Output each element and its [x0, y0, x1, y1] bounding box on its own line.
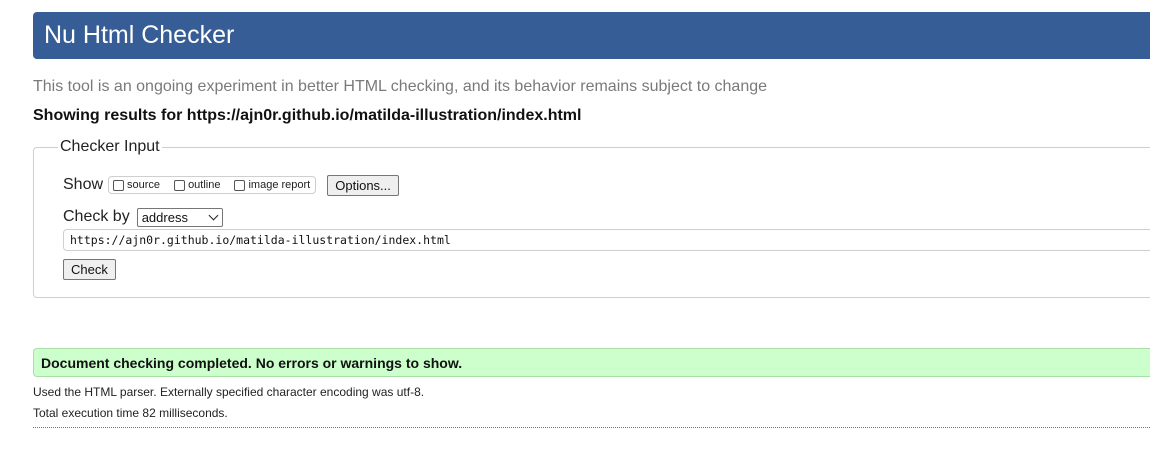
show-source-option[interactable]: source	[113, 179, 160, 191]
check-by-select[interactable]: address	[136, 207, 223, 227]
outline-checkbox[interactable]	[174, 179, 186, 191]
check-by-selected-value: address	[141, 209, 188, 225]
page: Nu Html Checker This tool is an ongoing …	[0, 0, 1150, 452]
url-input[interactable]: https://ajn0r.github.io/matilda-illustra…	[63, 229, 1150, 251]
dotted-divider	[33, 427, 1150, 428]
image-report-checkbox-label: image report	[248, 179, 311, 191]
image-report-checkbox[interactable]	[234, 179, 246, 191]
show-options-group: source outline image report	[108, 176, 317, 194]
show-outline-option[interactable]: outline	[174, 179, 220, 191]
show-label: Show	[63, 176, 104, 193]
outline-checkbox-label: outline	[188, 179, 221, 191]
check-button[interactable]: Check	[63, 259, 116, 280]
success-message: Document checking completed. No errors o…	[33, 348, 1150, 377]
checker-input-legend: Checker Input	[60, 138, 160, 155]
parser-note: Used the HTML parser. Externally specifi…	[33, 385, 425, 399]
execution-time-note: Total execution time 82 milliseconds.	[33, 406, 228, 420]
options-button[interactable]: Options...	[327, 174, 399, 196]
header-bar: Nu Html Checker	[33, 12, 1150, 59]
check-by-row: Check by address	[63, 207, 223, 227]
tagline: This tool is an ongoing experiment in be…	[33, 78, 768, 95]
show-options-row: Show source outline image report Options…	[63, 174, 399, 196]
page-title: Nu Html Checker	[44, 21, 235, 49]
source-checkbox-label: source	[127, 179, 161, 191]
showing-results-heading: Showing results for https://ajn0r.github…	[33, 107, 582, 124]
source-checkbox[interactable]	[113, 179, 125, 191]
check-by-label: Check by	[63, 208, 130, 225]
show-image-report-option[interactable]: image report	[234, 179, 310, 191]
chevron-down-icon	[208, 210, 219, 220]
url-input-value: https://ajn0r.github.io/matilda-illustra…	[70, 233, 451, 247]
